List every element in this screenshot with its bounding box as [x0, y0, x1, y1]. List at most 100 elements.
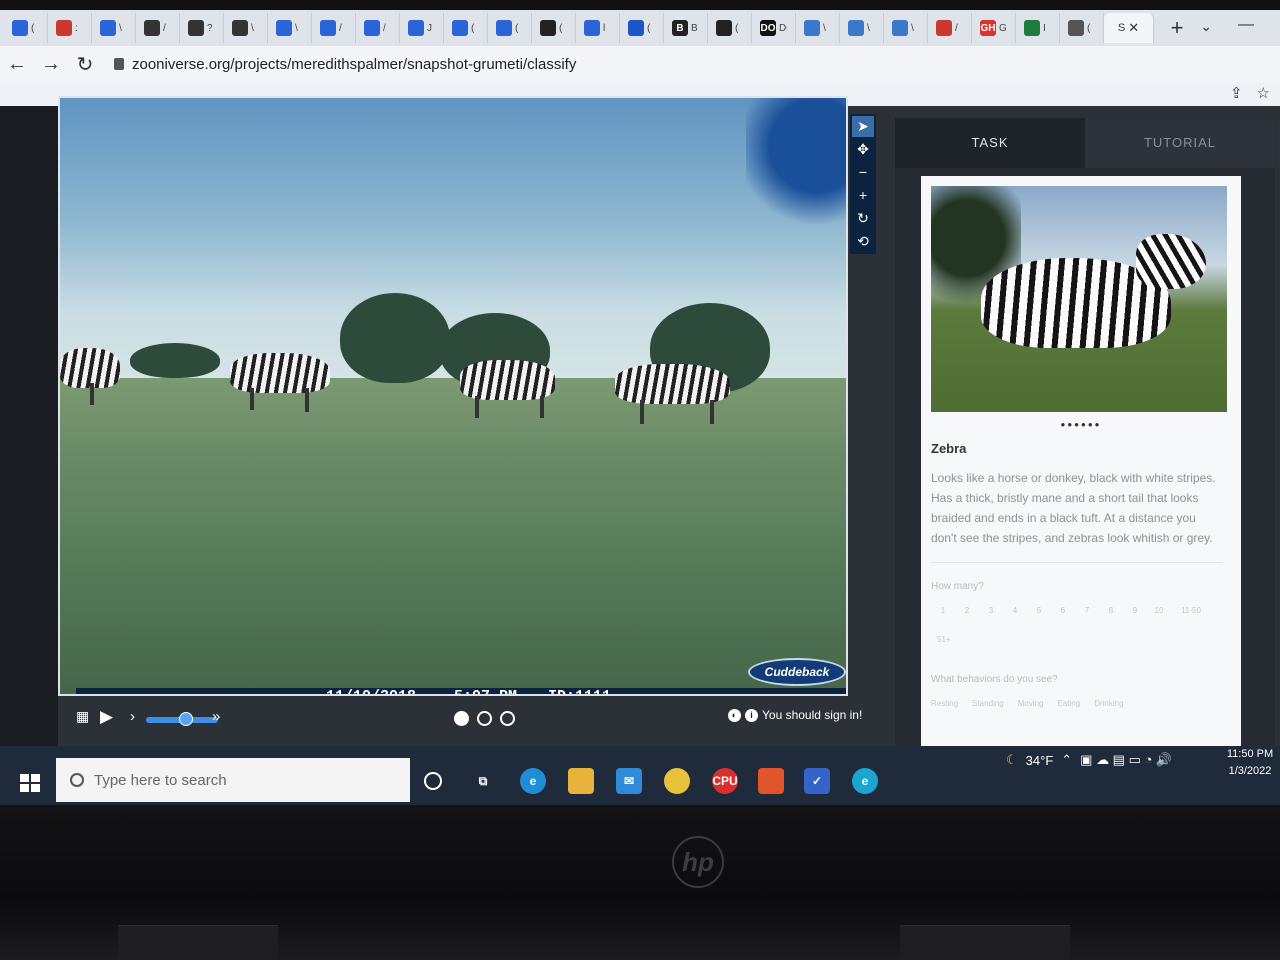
count-option[interactable]: 2	[955, 606, 979, 615]
close-icon[interactable]: ✕	[1128, 20, 1139, 36]
count-option[interactable]: 6	[1051, 606, 1075, 615]
feather-icon	[232, 20, 248, 36]
forward-icon[interactable]: →	[34, 53, 68, 76]
chevron-down-icon[interactable]: ⌄	[1200, 18, 1212, 35]
grid-icon[interactable]: ▦	[76, 708, 89, 725]
behavior-option[interactable]: Moving	[1018, 699, 1044, 708]
taskbar-clock[interactable]: 11:50 PM 1/3/2022	[1226, 746, 1274, 780]
browser-tab[interactable]: ?	[180, 13, 224, 43]
cortana-icon[interactable]	[424, 772, 442, 790]
count-option[interactable]: 1	[931, 606, 955, 615]
zebra	[60, 348, 120, 388]
slider-knob[interactable]	[179, 712, 193, 726]
count-option[interactable]: 51+	[931, 635, 1231, 644]
count-option[interactable]: 7	[1075, 606, 1099, 615]
browser-tab[interactable]: \	[796, 13, 840, 43]
pan-icon[interactable]: ✥	[852, 139, 874, 160]
browser-tab[interactable]: (	[1060, 13, 1104, 43]
behaviors-label: What behaviors do you see?	[931, 674, 1058, 685]
browser-tab[interactable]: \	[92, 13, 136, 43]
browser-tab[interactable]: \	[224, 13, 268, 43]
browser-tab[interactable]: GHGH	[972, 13, 1016, 43]
browser-tab[interactable]: I	[1016, 13, 1060, 43]
capture-date: 11/10/2018	[326, 687, 417, 696]
zoom-out-icon[interactable]: −	[852, 162, 874, 183]
browser-tab[interactable]: (	[532, 13, 576, 43]
new-tab-button[interactable]: +	[1162, 15, 1192, 41]
edge-dev-icon[interactable]: e	[852, 768, 878, 794]
minimize-icon[interactable]: —	[1238, 16, 1254, 34]
behavior-option[interactable]: Resting	[931, 699, 958, 708]
browser-tab[interactable]: (	[488, 13, 532, 43]
browser-tab[interactable]: /	[356, 13, 400, 43]
browser-tab[interactable]: J	[400, 13, 444, 43]
count-option[interactable]: 11-50	[1171, 606, 1211, 615]
browser-tab[interactable]: l	[576, 13, 620, 43]
behavior-option[interactable]: Eating	[1058, 699, 1081, 708]
back-icon[interactable]: ←	[0, 53, 34, 76]
todo-icon[interactable]: ✓	[804, 768, 830, 794]
file-explorer-icon[interactable]	[568, 768, 594, 794]
count-option[interactable]: 9	[1123, 606, 1147, 615]
zoom-in-icon[interactable]: +	[852, 185, 874, 206]
count-option[interactable]: 10	[1147, 606, 1171, 615]
browser-tab[interactable]: DODO	[752, 13, 796, 43]
mail-icon[interactable]: ✉	[616, 768, 642, 794]
tray-icons[interactable]: ▣ ☁ ▤ ▭ ◔ 🔊	[1080, 752, 1172, 768]
frame-dot-2[interactable]	[477, 711, 492, 726]
chevron-up-icon[interactable]: ⌃	[1061, 752, 1072, 768]
doc-icon	[452, 20, 468, 36]
browser-tab[interactable]: /	[136, 13, 180, 43]
browser-tab[interactable]: \	[268, 13, 312, 43]
pointer-icon[interactable]: ➤	[852, 116, 874, 137]
office-icon[interactable]	[758, 768, 784, 794]
windows-start-icon[interactable]	[20, 774, 40, 792]
behavior-option[interactable]: Drinking	[1094, 699, 1123, 708]
browser-tab[interactable]: /	[928, 13, 972, 43]
browser-tab[interactable]: \	[884, 13, 928, 43]
count-option[interactable]: 3	[979, 606, 1003, 615]
tab-task[interactable]: TASK	[895, 118, 1085, 168]
reload-icon[interactable]: ↻	[68, 52, 102, 77]
reset-icon[interactable]: ⟲	[852, 231, 874, 252]
browser-tab[interactable]: (	[620, 13, 664, 43]
tab-active[interactable]: S ✕	[1104, 13, 1154, 43]
browser-tab[interactable]: BB	[664, 13, 708, 43]
browser-tab[interactable]: :	[48, 13, 92, 43]
play-icon[interactable]: ▶	[100, 707, 113, 727]
tab-title-fragment: \	[119, 22, 122, 34]
taskbar-search-field[interactable]: Type here to search	[56, 758, 410, 802]
subject-image[interactable]: Cuddeback 11/10/2018 5:07 PM ID:1111	[58, 96, 848, 696]
contrast-icon[interactable]: ◐	[728, 708, 741, 722]
weather-temp[interactable]: 34°F	[1026, 753, 1054, 768]
tab-title-fragment: /	[163, 22, 166, 34]
share-icon[interactable]: ⇪	[1230, 84, 1243, 102]
behavior-option[interactable]: Standing	[972, 699, 1004, 708]
task-view-icon[interactable]: ⧉	[470, 768, 496, 794]
rotate-icon[interactable]: ↻	[852, 208, 874, 229]
photo-carousel-dots[interactable]: ●●●●●●	[931, 420, 1231, 429]
browser-tab[interactable]: \	[840, 13, 884, 43]
url-field[interactable]: zooniverse.org/projects/meredithspalmer/…	[114, 50, 1214, 78]
count-option[interactable]: 4	[1003, 606, 1027, 615]
frame-dot-1[interactable]	[454, 711, 469, 726]
count-option[interactable]: 8	[1099, 606, 1123, 615]
signin-notice[interactable]: ◐ i You should sign in!	[728, 708, 862, 722]
frame-dot-3[interactable]	[500, 711, 515, 726]
chevron-right-icon[interactable]: ›	[130, 708, 135, 725]
edge-icon[interactable]: e	[520, 768, 546, 794]
cpu-icon[interactable]: CPU	[712, 768, 738, 794]
count-option[interactable]: 5	[1027, 606, 1051, 615]
browser-tab[interactable]: (	[4, 13, 48, 43]
zebra	[460, 360, 555, 400]
doc-icon	[276, 20, 292, 36]
tab-tutorial[interactable]: TUTORIAL	[1085, 118, 1275, 168]
chrome-icon[interactable]	[664, 768, 690, 794]
browser-tab[interactable]: /	[312, 13, 356, 43]
info-icon[interactable]: i	[745, 708, 758, 722]
browser-tab[interactable]: (	[708, 13, 752, 43]
browser-tab[interactable]: (	[444, 13, 488, 43]
fast-forward-icon[interactable]: »	[212, 708, 220, 725]
star-icon[interactable]: ☆	[1257, 84, 1270, 102]
doc-icon	[100, 20, 116, 36]
